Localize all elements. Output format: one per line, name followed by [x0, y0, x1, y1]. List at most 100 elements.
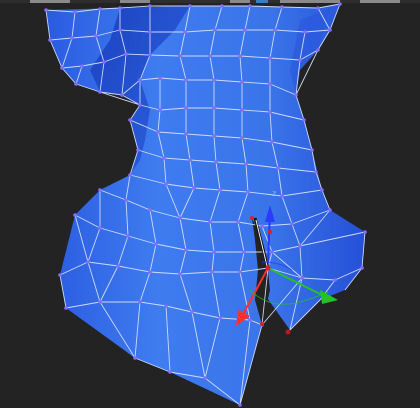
mesh-vertex[interactable] — [210, 270, 214, 274]
mesh-vertex[interactable] — [184, 132, 188, 136]
mesh-vertex[interactable] — [98, 226, 102, 230]
mesh-vertex[interactable] — [240, 136, 244, 140]
mesh-vertex[interactable] — [120, 93, 124, 97]
mesh-vertex[interactable] — [248, 318, 252, 322]
mesh-vertex[interactable] — [162, 156, 166, 160]
mesh-vertex[interactable] — [184, 78, 188, 82]
mesh-vertex[interactable] — [238, 54, 242, 58]
mesh-vertex[interactable] — [280, 194, 284, 198]
mesh-vertex[interactable] — [184, 106, 188, 110]
mesh-vertex[interactable] — [158, 108, 162, 112]
mesh-vertex[interactable] — [136, 148, 140, 152]
mesh-vertex[interactable] — [214, 160, 218, 164]
mesh-vertex[interactable] — [316, 6, 320, 10]
mesh-vertex[interactable] — [242, 250, 246, 254]
mesh-vertex[interactable] — [212, 78, 216, 82]
3d-viewport[interactable]: z — [0, 0, 420, 408]
mesh-vertex[interactable] — [178, 216, 182, 220]
mesh-vertex[interactable] — [240, 80, 244, 84]
mesh-vertex[interactable] — [270, 250, 274, 254]
mesh-vertex[interactable] — [213, 28, 217, 32]
mesh-vertex[interactable] — [244, 162, 248, 166]
mesh-vertex[interactable] — [183, 30, 187, 34]
mesh-view[interactable]: z — [0, 0, 420, 408]
mesh-vertex[interactable] — [102, 60, 106, 64]
mesh-vertex[interactable] — [208, 220, 212, 224]
mesh-vertex[interactable] — [303, 30, 307, 34]
mesh-vertex[interactable] — [138, 103, 142, 107]
mesh-vertex[interactable] — [168, 370, 172, 374]
mesh-vertex[interactable] — [188, 4, 192, 8]
mesh-vertex[interactable] — [164, 304, 168, 308]
mesh-vertex[interactable] — [128, 173, 132, 177]
mesh-vertex[interactable] — [158, 76, 162, 80]
mesh-vertex[interactable] — [164, 182, 168, 186]
mesh-vertex[interactable] — [273, 28, 277, 32]
mesh-vertex[interactable] — [148, 270, 152, 274]
mesh-vertex[interactable] — [298, 244, 302, 248]
mesh-vertex[interactable] — [276, 166, 280, 170]
mesh-vertex[interactable] — [290, 222, 294, 226]
mesh-vertex[interactable] — [94, 34, 98, 38]
mesh-vertex[interactable] — [212, 250, 216, 254]
mesh-vertex[interactable] — [156, 130, 160, 134]
mesh-vertex[interactable] — [280, 5, 284, 9]
mesh-vertex[interactable] — [294, 93, 298, 97]
mesh-vertex[interactable] — [360, 266, 364, 270]
mesh-vertex[interactable] — [320, 188, 324, 192]
mesh-vertex[interactable] — [98, 300, 102, 304]
mesh-vertex[interactable] — [80, 64, 84, 68]
mesh-vertex[interactable] — [86, 260, 90, 264]
selected-vertex[interactable] — [267, 229, 273, 235]
mesh-vertex[interactable] — [243, 28, 247, 32]
mesh-vertex[interactable] — [268, 56, 272, 60]
mesh-vertex[interactable] — [116, 264, 120, 268]
mesh-vertex[interactable] — [218, 188, 222, 192]
mesh-vertex[interactable] — [154, 242, 158, 246]
mesh-vertex[interactable] — [148, 30, 152, 34]
mesh-vertex[interactable] — [133, 356, 137, 360]
mesh-vertex[interactable] — [203, 376, 207, 380]
mesh-vertex[interactable] — [118, 28, 122, 32]
mesh-vertex[interactable] — [73, 10, 77, 14]
mesh-vertex[interactable] — [124, 198, 128, 202]
mesh-vertex[interactable] — [148, 4, 152, 8]
mesh-vertex[interactable] — [60, 66, 64, 70]
mesh-vertex[interactable] — [192, 186, 196, 190]
mesh-vertex[interactable] — [236, 220, 240, 224]
mesh-vertex[interactable] — [58, 273, 62, 277]
mesh-vertex[interactable] — [268, 110, 272, 114]
mesh-vertex[interactable] — [300, 276, 304, 280]
mesh-vertex[interactable] — [328, 28, 332, 32]
mesh-vertex[interactable] — [128, 118, 132, 122]
selected-vertex[interactable] — [250, 216, 254, 220]
mesh-vertex[interactable] — [98, 188, 102, 192]
mesh-vertex[interactable] — [70, 36, 74, 40]
mesh-vertex[interactable] — [124, 52, 128, 56]
mesh-vertex[interactable] — [238, 270, 242, 274]
selected-vertex[interactable] — [260, 322, 264, 326]
mesh-vertex[interactable] — [316, 48, 320, 52]
mesh-vertex[interactable] — [138, 300, 142, 304]
mesh-vertex[interactable] — [208, 54, 212, 58]
mesh-vertex[interactable] — [314, 170, 318, 174]
mesh-vertex[interactable] — [212, 134, 216, 138]
mesh-vertex[interactable] — [240, 108, 244, 112]
mesh-vertex[interactable] — [44, 8, 48, 12]
mesh-vertex[interactable] — [238, 403, 242, 407]
mesh-vertex[interactable] — [338, 2, 342, 6]
mesh-vertex[interactable] — [246, 190, 250, 194]
mesh-vertex[interactable] — [310, 148, 314, 152]
mesh-vertex[interactable] — [148, 208, 152, 212]
mesh-vertex[interactable] — [220, 4, 224, 8]
mesh-vertex[interactable] — [98, 90, 102, 94]
mesh-vertex[interactable] — [333, 278, 337, 282]
mesh-vertex[interactable] — [302, 118, 306, 122]
mesh-vertex[interactable] — [363, 230, 367, 234]
selected-vertex[interactable] — [285, 329, 291, 335]
mesh-vertex[interactable] — [328, 208, 332, 212]
mesh-vertex[interactable] — [260, 224, 264, 228]
mesh-vertex[interactable] — [190, 310, 194, 314]
mesh-vertex[interactable] — [178, 272, 182, 276]
mesh-vertex[interactable] — [74, 82, 78, 86]
